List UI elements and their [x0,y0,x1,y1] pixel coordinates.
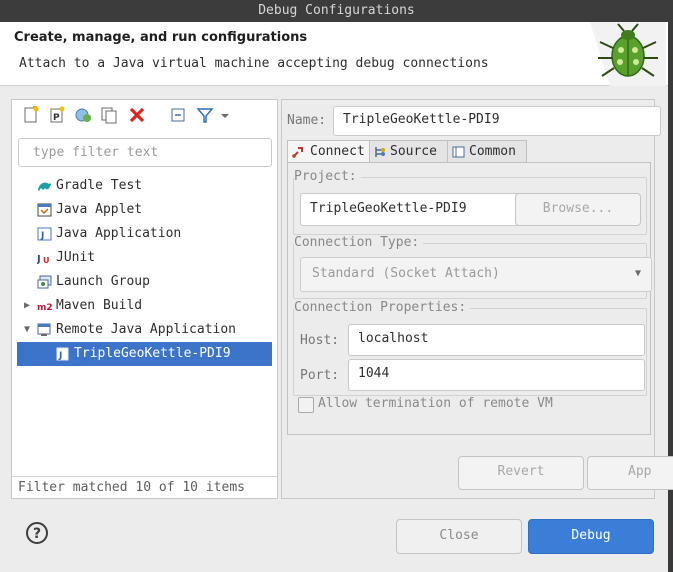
new-prototype-icon[interactable]: P [48,106,66,124]
allow-termination-label: Allow termination of remote VM [318,396,553,411]
window-title: Debug Configurations [0,0,673,22]
name-field[interactable]: TripleGeoKettle-PDI9 [333,106,661,136]
revert-button[interactable]: Revert [458,456,584,490]
export-configuration-icon[interactable] [74,106,92,124]
connection-properties-group: Connection Properties: Host: localhost P… [293,300,647,396]
connection-type-select[interactable]: Standard (Socket Attach) ▼ [300,257,652,292]
source-icon [375,147,385,157]
bug-icon [590,22,666,86]
connect-tab-content: Project: TripleGeoKettle-PDI9 Browse... … [287,162,652,435]
configuration-editor: Name: TripleGeoKettle-PDI9 Connect Sourc… [281,99,673,499]
tree-item-launch-group[interactable]: Launch Group [12,270,277,294]
port-field[interactable]: 1044 [348,359,645,391]
tab-source-label: Source [390,144,437,159]
debug-button[interactable]: Debug [528,519,654,554]
connection-type-group: Connection Type: Standard (Socket Attach… [293,235,652,299]
project-field[interactable]: TripleGeoKettle-PDI9 [300,193,520,226]
connection-type-value: Standard (Socket Attach) [312,266,500,281]
svg-text:J: J [40,231,44,241]
tree-item-label: Java Application [56,226,182,241]
config-icon: J [56,347,69,361]
expand-arrow-icon[interactable]: ▶ [24,294,30,318]
tree-item-label: TripleGeoKettle-PDI9 [74,346,231,361]
tree-item-java-applet[interactable]: Java Applet [12,198,277,222]
tree-item-triplegeokettle[interactable]: J TripleGeoKettle-PDI9 [17,342,272,366]
tree-item-label: Gradle Test [56,178,143,193]
name-label: Name: [287,113,327,128]
tree-item-junit[interactable]: JU JUnit [12,246,277,270]
tree-item-label: Remote Java Application [56,322,237,337]
gradle-icon [38,182,52,191]
chevron-down-icon: ▼ [634,268,641,279]
collapse-arrow-icon[interactable]: ▼ [24,318,30,342]
project-label: Project: [294,169,361,184]
svg-text:J: J [37,254,41,265]
tree-item-label: Launch Group [56,274,150,289]
dialog-header: Create, manage, and run configurations A… [0,22,668,86]
tab-connect-label: Connect [310,144,365,159]
filter-icon[interactable] [196,106,214,124]
project-group: Project: TripleGeoKettle-PDI9 Browse... [293,169,647,235]
tree-item-maven-build[interactable]: ▶ m2 Maven Build [12,294,277,318]
apply-button[interactable]: App [587,456,673,490]
debug-configurations-dialog: Create, manage, and run configurations A… [0,22,673,572]
junit-icon: JU [37,254,50,265]
tab-common[interactable]: Common [447,140,527,163]
allow-termination-checkbox[interactable] [298,397,314,413]
filter-status: Filter matched 10 of 10 items [12,476,277,498]
duplicate-icon[interactable] [100,106,118,124]
tab-common-label: Common [469,144,516,159]
connect-icon [292,147,303,158]
java-application-icon: J [37,227,52,241]
browse-button[interactable]: Browse... [515,193,641,226]
collapse-all-icon[interactable] [170,106,188,124]
java-applet-icon [37,203,52,217]
close-button[interactable]: Close [396,519,522,554]
tree-item-remote-java-application[interactable]: ▼ Remote Java Application [12,318,277,342]
tree-toolbar: P [12,100,277,130]
port-label: Port: [300,368,340,383]
common-icon [452,146,465,158]
tree-item-gradle-test[interactable]: Gradle Test [12,174,277,198]
header-subtitle: Attach to a Java virtual machine accepti… [19,56,489,71]
svg-text:J: J [58,351,62,361]
connection-type-label: Connection Type: [294,235,424,250]
host-label: Host: [300,333,340,348]
host-field[interactable]: localhost [348,324,645,356]
maven-icon: m2 [37,303,52,313]
tree-item-java-application[interactable]: J Java Application [12,222,277,246]
tree-item-label: Maven Build [56,298,143,313]
tab-source[interactable]: Source [369,140,449,163]
tree-item-label: JUnit [56,250,96,265]
delete-icon[interactable] [128,106,146,124]
tree-item-label: Java Applet [56,202,143,217]
svg-text:U: U [43,256,50,265]
new-configuration-icon[interactable] [22,106,40,124]
svg-text:m2: m2 [37,303,52,313]
connection-properties-label: Connection Properties: [294,300,471,315]
configuration-tree-pane: P type filter text Gradle Test Java Appl… [11,99,278,499]
help-icon[interactable]: ? [26,522,48,544]
launch-group-icon [37,275,52,289]
remote-java-icon [37,323,51,336]
header-title: Create, manage, and run configurations [14,30,308,45]
filter-input[interactable]: type filter text [18,138,272,167]
chevron-down-icon[interactable] [218,106,232,124]
svg-text:P: P [53,113,60,123]
